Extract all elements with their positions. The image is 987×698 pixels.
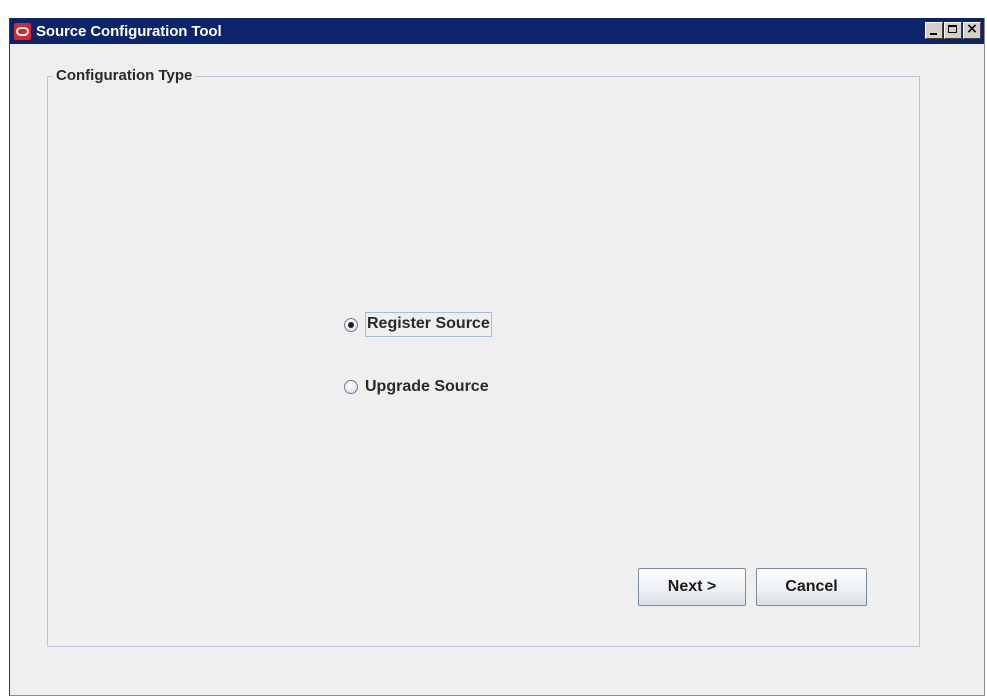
close-button[interactable]: × <box>963 21 981 39</box>
register-source-label: Register Source <box>367 315 490 332</box>
upgrade-source-label: Upgrade Source <box>365 378 489 395</box>
radio-selected-dot <box>348 321 354 328</box>
window-controls: × <box>924 21 981 39</box>
maximize-button[interactable] <box>944 22 962 39</box>
next-button[interactable]: Next > <box>638 568 746 606</box>
title-bar[interactable]: Source Configuration Tool × <box>10 18 984 44</box>
upgrade-source-option[interactable]: Upgrade Source <box>344 378 489 396</box>
configuration-type-legend: Configuration Type <box>53 67 196 84</box>
close-icon: × <box>966 21 978 37</box>
focus-indicator: Register Source <box>365 312 492 337</box>
minimize-button[interactable] <box>925 22 943 39</box>
window-title: Source Configuration Tool <box>36 22 222 40</box>
main-window: Source Configuration Tool × Configuratio… <box>9 18 985 696</box>
minimize-icon <box>930 33 937 35</box>
register-source-radio[interactable] <box>344 317 358 332</box>
maximize-icon <box>948 25 957 33</box>
cancel-button[interactable]: Cancel <box>756 568 867 606</box>
configuration-type-group <box>47 76 920 647</box>
upgrade-source-radio[interactable] <box>344 380 358 394</box>
register-source-option[interactable]: Register Source <box>344 312 492 337</box>
oracle-app-icon <box>14 22 31 40</box>
